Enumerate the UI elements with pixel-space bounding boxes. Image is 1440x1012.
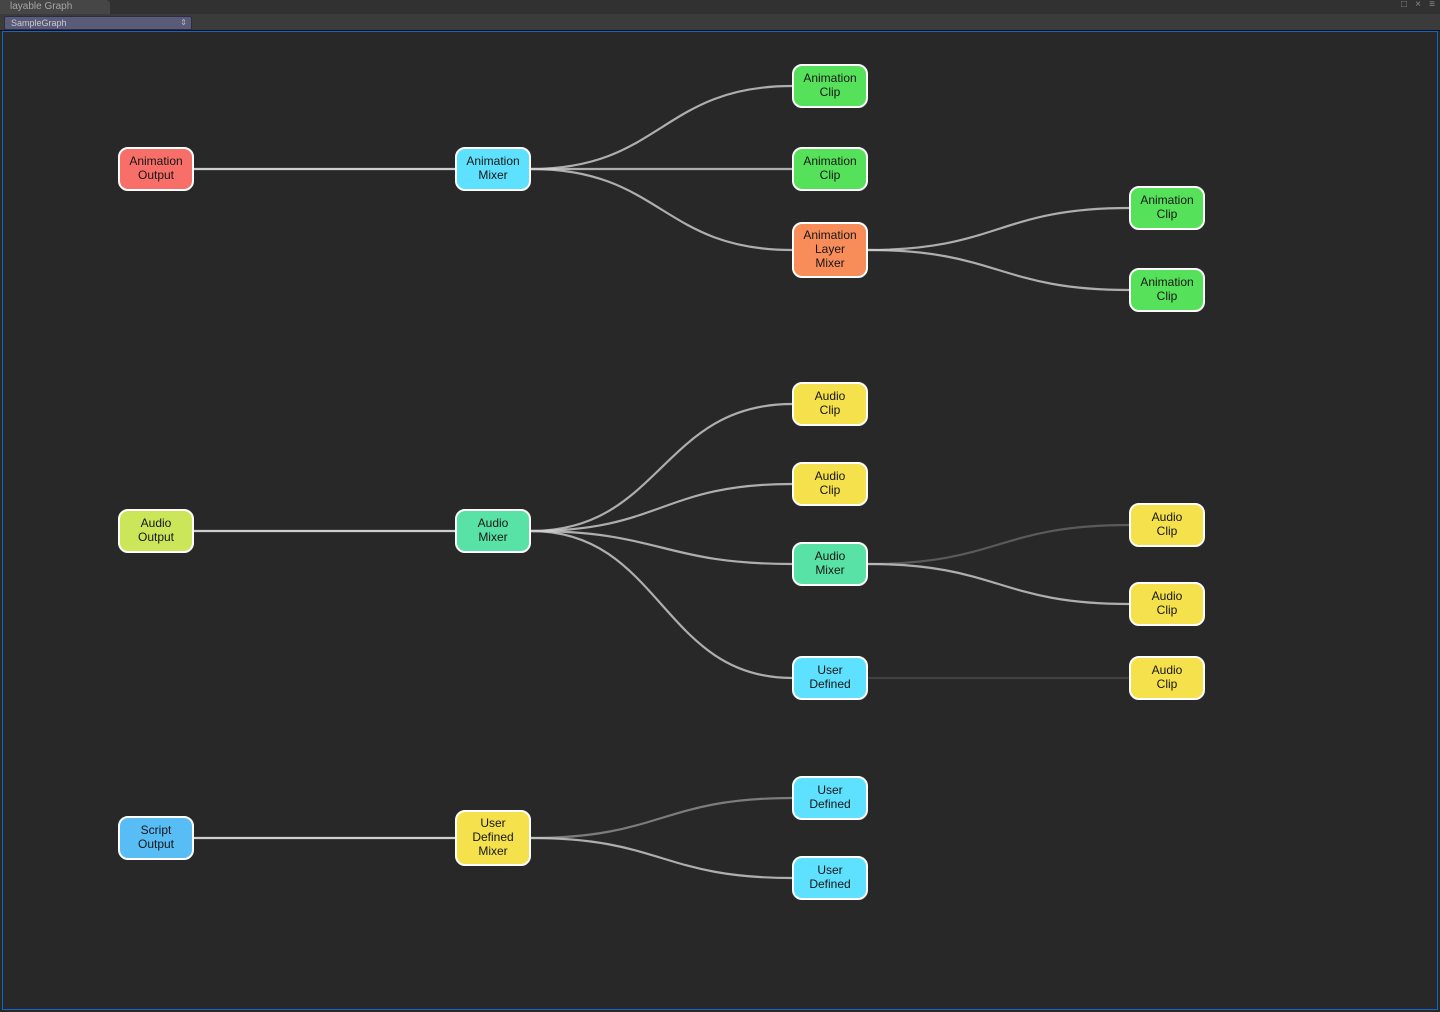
node-label: Audio Mixer xyxy=(478,517,509,545)
node-label: User Defined xyxy=(809,864,850,892)
node-label: Audio Clip xyxy=(815,470,846,498)
toolbar: SampleGraph ⇕ xyxy=(0,14,1440,31)
edges-layer xyxy=(3,32,1437,1009)
node-label: Audio Clip xyxy=(1152,590,1183,618)
node-anim-layer-mixer[interactable]: Animation Layer Mixer xyxy=(792,222,868,278)
node-label: Animation Layer Mixer xyxy=(803,229,856,270)
node-audio-output[interactable]: Audio Output xyxy=(118,509,194,553)
node-audio-clip-2[interactable]: Audio Clip xyxy=(792,462,868,506)
window-close-icon[interactable]: × xyxy=(1414,1,1422,9)
node-anim-clip-1[interactable]: Animation Clip xyxy=(792,64,868,108)
node-audio-clip-5[interactable]: Audio Clip xyxy=(1129,656,1205,700)
node-label: Audio Clip xyxy=(815,390,846,418)
node-audio-clip-1[interactable]: Audio Clip xyxy=(792,382,868,426)
edge xyxy=(531,531,792,564)
node-user-def-mixer[interactable]: User Defined Mixer xyxy=(455,810,531,866)
node-label: Animation Clip xyxy=(1140,276,1193,304)
node-audio-clip-4[interactable]: Audio Clip xyxy=(1129,582,1205,626)
node-audio-mixer[interactable]: Audio Mixer xyxy=(455,509,531,553)
node-label: Script Output xyxy=(138,824,174,852)
node-label: Audio Clip xyxy=(1152,664,1183,692)
graph-dropdown-value: SampleGraph xyxy=(11,17,67,29)
edge xyxy=(531,531,792,678)
edge xyxy=(868,525,1129,564)
node-label: Audio Output xyxy=(138,517,174,545)
edge xyxy=(531,798,792,838)
node-anim-mixer[interactable]: Animation Mixer xyxy=(455,147,531,191)
node-anim-output[interactable]: Animation Output xyxy=(118,147,194,191)
node-label: Animation Clip xyxy=(803,155,856,183)
graph-dropdown[interactable]: SampleGraph ⇕ xyxy=(4,16,192,30)
edge xyxy=(868,564,1129,604)
node-audio-clip-3[interactable]: Audio Clip xyxy=(1129,503,1205,547)
edge xyxy=(531,169,792,250)
node-label: Audio Mixer xyxy=(815,550,846,578)
node-audio-mixer-2[interactable]: Audio Mixer xyxy=(792,542,868,586)
node-user-def-1[interactable]: User Defined xyxy=(792,656,868,700)
node-user-def-2[interactable]: User Defined xyxy=(792,776,868,820)
node-label: Animation Clip xyxy=(803,72,856,100)
chevron-up-down-icon: ⇕ xyxy=(180,17,191,29)
node-label: Audio Clip xyxy=(1152,511,1183,539)
node-label: Animation Output xyxy=(129,155,182,183)
node-label: User Defined Mixer xyxy=(472,817,513,858)
node-anim-clip-4[interactable]: Animation Clip xyxy=(1129,268,1205,312)
window-buttons: □ × ≡ xyxy=(1400,1,1436,9)
window-tab[interactable]: layable Graph xyxy=(0,0,110,14)
node-script-output[interactable]: Script Output xyxy=(118,816,194,860)
edge xyxy=(531,86,792,169)
titlebar: layable Graph □ × ≡ xyxy=(0,0,1440,15)
node-label: User Defined xyxy=(809,784,850,812)
edge xyxy=(531,484,792,531)
node-label: Animation Clip xyxy=(1140,194,1193,222)
edge xyxy=(531,838,792,878)
node-user-def-3[interactable]: User Defined xyxy=(792,856,868,900)
node-label: Animation Mixer xyxy=(466,155,519,183)
window-menu-icon[interactable]: ≡ xyxy=(1428,1,1436,9)
graph-canvas[interactable]: Animation Output Animation Mixer Animation… xyxy=(2,31,1438,1010)
edge xyxy=(868,208,1129,250)
node-label: User Defined xyxy=(809,664,850,692)
window-tab-label: layable Graph xyxy=(10,1,72,12)
window-undock-icon[interactable]: □ xyxy=(1400,1,1408,9)
edge xyxy=(531,404,792,531)
edge xyxy=(868,250,1129,290)
node-anim-clip-3[interactable]: Animation Clip xyxy=(1129,186,1205,230)
node-anim-clip-2[interactable]: Animation Clip xyxy=(792,147,868,191)
